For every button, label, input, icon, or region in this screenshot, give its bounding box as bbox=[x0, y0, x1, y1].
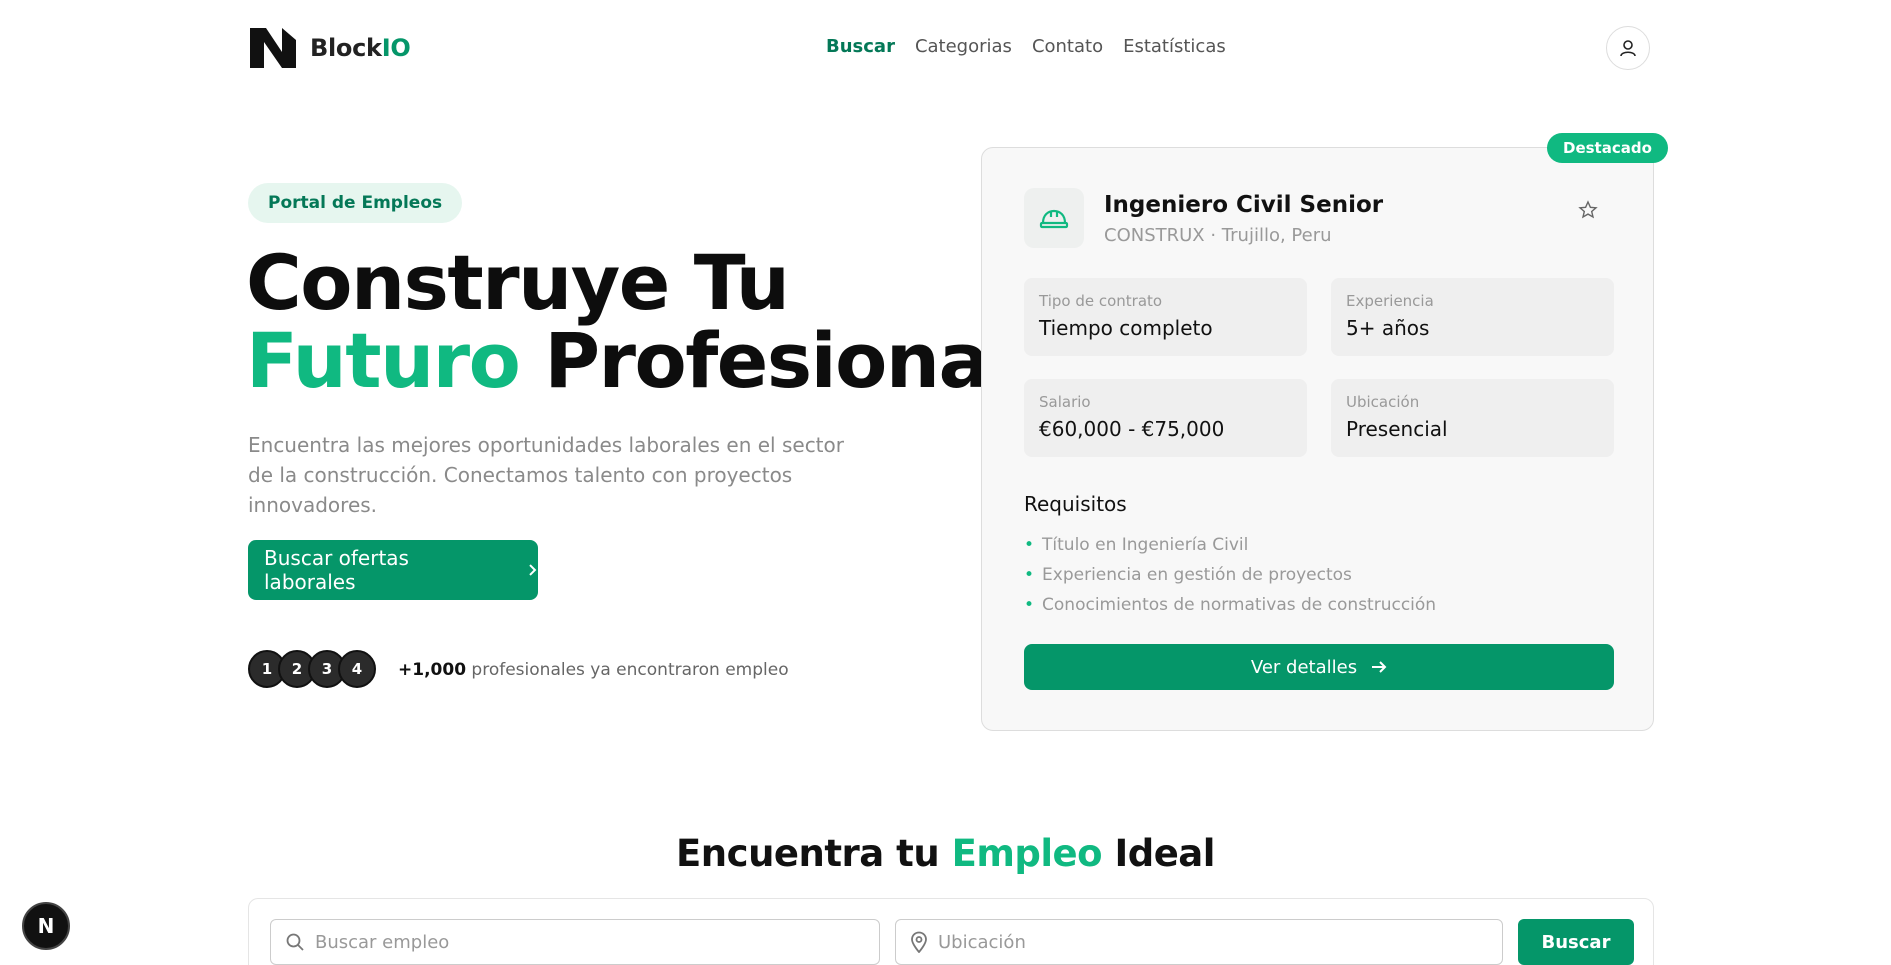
avatar-stack: 1 2 3 4 bbox=[248, 650, 376, 688]
job-title[interactable]: Ingeniero Civil Senior bbox=[1104, 192, 1383, 218]
nav-buscar[interactable]: Buscar bbox=[826, 36, 895, 57]
contract-type-info: Tipo de contrato Tiempo completo bbox=[1024, 278, 1307, 356]
search-button[interactable]: Buscar bbox=[1518, 919, 1634, 965]
requirement-item: Experiencia en gestión de proyectos bbox=[1024, 560, 1436, 590]
info-value: Tiempo completo bbox=[1039, 316, 1213, 340]
arrow-right-icon bbox=[1372, 661, 1387, 673]
logo-mark-icon bbox=[250, 28, 296, 68]
job-company-location: CONSTRUX · Trujillo, Peru bbox=[1104, 225, 1332, 246]
search-jobs-label: Buscar ofertas laborales bbox=[264, 546, 409, 594]
location-placeholder: Ubicación bbox=[938, 931, 1026, 953]
job-search-input[interactable]: Buscar empleo bbox=[270, 919, 880, 965]
nav-estatisticas[interactable]: Estatísticas bbox=[1123, 36, 1226, 57]
map-pin-icon bbox=[911, 931, 927, 953]
main-nav: Buscar Categorias Contato Estatísticas bbox=[826, 36, 1226, 57]
hero-description: Encuentra las mejores oportunidades labo… bbox=[248, 433, 844, 517]
requirement-item: Título en Ingeniería Civil bbox=[1024, 530, 1436, 560]
brand-logo[interactable]: BlockIO bbox=[248, 26, 411, 70]
portal-badge: Portal de Empleos bbox=[248, 183, 463, 223]
chevron-right-icon bbox=[529, 564, 537, 576]
nav-contato[interactable]: Contato bbox=[1032, 36, 1103, 57]
hard-hat-icon bbox=[1024, 188, 1084, 248]
job-search-placeholder: Buscar empleo bbox=[315, 931, 450, 953]
requirement-item: Conocimientos de normativas de construcc… bbox=[1024, 590, 1436, 620]
hero-title: Construye Tu Futuro Profesional bbox=[246, 238, 1014, 405]
nav-categorias[interactable]: Categorias bbox=[915, 36, 1012, 57]
search-jobs-button[interactable]: Buscar ofertas laborales bbox=[248, 540, 538, 600]
info-value: Presencial bbox=[1346, 417, 1448, 441]
view-details-button[interactable]: Ver detalles bbox=[1024, 644, 1614, 690]
experience-info: Experiencia 5+ años bbox=[1331, 278, 1614, 356]
brand-name: BlockIO bbox=[310, 34, 411, 62]
star-icon[interactable] bbox=[1578, 200, 1598, 224]
avatar: 4 bbox=[338, 650, 376, 688]
info-label: Tipo de contrato bbox=[1039, 292, 1163, 310]
featured-badge: Destacado bbox=[1547, 133, 1668, 163]
search-icon bbox=[286, 933, 304, 951]
info-value: €60,000 - €75,000 bbox=[1039, 417, 1225, 441]
location-info: Ubicación Presencial bbox=[1331, 379, 1614, 457]
requirements-list: Título en Ingeniería Civil Experiencia e… bbox=[1024, 530, 1436, 620]
search-section-title: Encuentra tu Empleo Ideal bbox=[676, 832, 1215, 875]
requirements-title: Requisitos bbox=[1024, 492, 1127, 516]
professionals-count-text: +1,000 profesionales ya encontraron empl… bbox=[398, 660, 789, 680]
info-value: 5+ años bbox=[1346, 316, 1430, 340]
info-label: Salario bbox=[1039, 393, 1091, 411]
location-input[interactable]: Ubicación bbox=[895, 919, 1503, 965]
salary-info: Salario €60,000 - €75,000 bbox=[1024, 379, 1307, 457]
info-label: Experiencia bbox=[1346, 292, 1434, 310]
user-icon bbox=[1620, 40, 1636, 57]
view-details-label: Ver detalles bbox=[1250, 656, 1358, 678]
user-account-button[interactable] bbox=[1606, 26, 1650, 70]
info-label: Ubicación bbox=[1346, 393, 1420, 411]
dev-tools-badge[interactable]: N bbox=[22, 902, 70, 950]
